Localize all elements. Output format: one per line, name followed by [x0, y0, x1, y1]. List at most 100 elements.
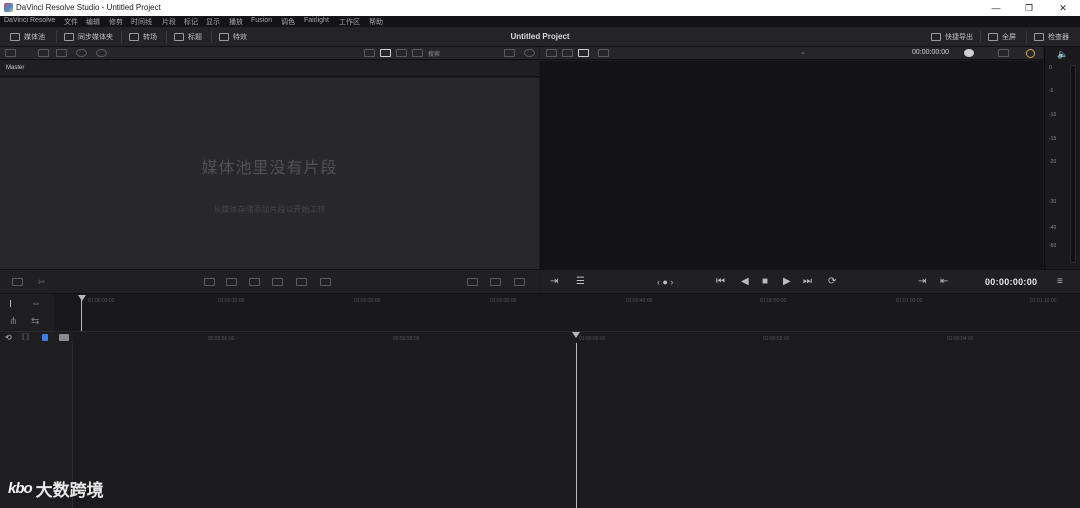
search-icon[interactable] — [524, 49, 535, 57]
source-overwrite-icon[interactable] — [296, 278, 307, 286]
go-to-start-icon[interactable]: ⏮ — [716, 276, 725, 288]
timeline-ruler[interactable]: 00:59:56:00 00:59:58:00 01:00:00:00 01:0… — [74, 331, 1080, 343]
next-edit-icon[interactable]: ⇥ — [918, 276, 926, 288]
timeline-overview[interactable]: 01:00:00:00 01:00:10:00 01:00:20:00 01:0… — [54, 293, 1080, 332]
timeline-viewer-icon[interactable] — [578, 49, 589, 57]
menu-item-fusion[interactable]: Fusion — [251, 17, 272, 24]
audio-monitor-icon[interactable] — [1026, 49, 1035, 58]
selection-tool-icon[interactable]: Ⅰ — [9, 299, 12, 310]
watermark-logo: kbo — [8, 480, 33, 497]
loop-icon[interactable]: ⟳ — [828, 276, 836, 288]
timeline-canvas[interactable] — [74, 343, 1080, 508]
scissors-icon[interactable]: ✂ — [38, 278, 49, 287]
minimize-icon[interactable]: — — [979, 0, 1013, 16]
safe-area-icon[interactable] — [998, 49, 1009, 57]
trim-tool-icon[interactable]: ⇔ — [31, 298, 41, 309]
ruler-tick: 01:00:10:00 — [218, 298, 245, 304]
append-icon[interactable] — [204, 278, 215, 286]
quick-export-icon — [931, 33, 941, 41]
menu-item-fairlight[interactable]: Fairlight — [304, 17, 329, 24]
filter-icon[interactable] — [504, 49, 515, 57]
search-input[interactable]: 搜索 — [428, 49, 440, 58]
previous-edit-icon[interactable]: ⇤ — [940, 276, 948, 288]
place-on-top-icon[interactable] — [272, 278, 283, 286]
ruler-tick: 01:00:02:00 — [763, 336, 790, 342]
new-bin-icon[interactable] — [38, 49, 49, 57]
play-icon[interactable]: ▶ — [783, 276, 791, 288]
stop-icon[interactable]: ■ — [762, 276, 768, 288]
tape-icon[interactable] — [514, 278, 525, 286]
transport-timecode: 00:00:00:00 — [985, 277, 1038, 287]
ruler-tick: 00:59:58:00 — [393, 336, 420, 342]
source-viewer-icon[interactable] — [562, 49, 573, 57]
sidebar-toggle-icon[interactable] — [5, 49, 16, 57]
source-clip-icon[interactable] — [490, 278, 501, 286]
chevron-down-icon[interactable]: ⌄ — [800, 48, 806, 56]
close-icon[interactable]: ✕ — [1046, 0, 1080, 16]
viewer-timecode: 00:00:00:00 — [912, 49, 949, 56]
blade-tool-icon[interactable]: ⋔ — [9, 316, 17, 327]
quick-export-button[interactable]: 快捷导出 — [931, 32, 973, 42]
smart-insert-icon[interactable] — [12, 278, 23, 286]
media-pool-panel[interactable]: 媒体池里没有片段 从媒体存储添加片段以开始工作 — [0, 78, 539, 269]
menu-item-workspace[interactable]: 工作区 — [339, 17, 360, 27]
menu-item-edit[interactable]: 编辑 — [86, 17, 100, 27]
overview-playhead — [81, 300, 82, 332]
menu-item-view[interactable]: 显示 — [206, 17, 220, 27]
ruler-tick: 01:00:30:00 — [490, 298, 517, 304]
speaker-icon[interactable]: 🔈 — [1057, 49, 1068, 60]
watermark: kbo 大数跨境 — [8, 476, 104, 501]
color-space-icon[interactable] — [964, 49, 974, 57]
bin-name-master[interactable]: Master — [6, 65, 24, 71]
window-title: DaVinci Resolve Studio - Untitled Projec… — [16, 3, 161, 12]
overwrite-icon[interactable] — [320, 278, 331, 286]
menu-item-mark[interactable]: 标记 — [184, 17, 198, 27]
viewer-options-icon[interactable] — [598, 49, 609, 57]
close-up-icon[interactable] — [249, 278, 260, 286]
match-frame-icon[interactable]: ☰ — [576, 276, 585, 288]
dynamic-trim-icon[interactable]: ⇆ — [31, 316, 39, 327]
menu-item-timeline[interactable]: 时间线 — [131, 17, 152, 27]
window-titlebar: DaVinci Resolve Studio - Untitled Projec… — [0, 0, 1080, 16]
playhead-handle[interactable] — [572, 332, 580, 338]
ruler-tick: 01:01:00:00 — [896, 298, 923, 304]
sort-icon[interactable] — [412, 49, 423, 57]
new-smart-bin-icon[interactable] — [56, 49, 67, 57]
go-to-end-icon[interactable]: ⏭ — [803, 276, 812, 288]
menu-bar: DaVinci Resolve 文件 编辑 修剪 时间线 片段 标记 显示 播放… — [0, 16, 1080, 27]
viewer-layout-icon[interactable] — [546, 49, 557, 57]
metadata-view-icon[interactable] — [364, 49, 375, 57]
menu-item-playback[interactable]: 播放 — [229, 17, 243, 27]
play-reverse-icon[interactable]: ◀ — [741, 276, 749, 288]
menu-item-help[interactable]: 帮助 — [369, 17, 383, 27]
ruler-tick: 01:00:00:00 — [88, 298, 115, 304]
jog-control-icon[interactable]: ‹ ● › — [657, 276, 673, 288]
refresh-icon[interactable] — [76, 49, 87, 57]
menu-icon[interactable]: ≡ — [1057, 276, 1063, 288]
ripple-overwrite-icon[interactable] — [226, 278, 237, 286]
ruler-tick: 01:00:00:00 — [579, 336, 606, 342]
ruler-tick: 01:00:50:00 — [760, 298, 787, 304]
thumbnail-view-icon[interactable] — [380, 49, 391, 57]
marker-icon[interactable] — [59, 334, 69, 341]
menu-item-davinci-resolve[interactable]: DaVinci Resolve — [4, 17, 55, 24]
maximize-icon[interactable]: ❐ — [1012, 0, 1046, 16]
viewer-mode-icon[interactable]: ⇥ — [550, 276, 558, 288]
viewer-toolbar: ⌄ 00:00:00:00 — [540, 47, 1043, 60]
flag-icon[interactable] — [42, 334, 48, 341]
fullscreen-button[interactable]: 全屏 — [988, 32, 1016, 42]
inspector-button[interactable]: 检查器 — [1034, 32, 1069, 42]
menu-item-clip[interactable]: 片段 — [162, 17, 176, 27]
overview-playhead-handle[interactable] — [78, 295, 86, 301]
unlink-icon[interactable] — [96, 49, 107, 57]
menu-item-color[interactable]: 调色 — [281, 17, 295, 27]
menu-item-file[interactable]: 文件 — [64, 17, 78, 27]
ruler-tick: 01:00:04:00 — [947, 336, 974, 342]
timeline-viewer[interactable] — [540, 61, 1043, 269]
linked-selection-icon[interactable]: ⟦⟧ — [22, 333, 29, 341]
list-view-icon[interactable] — [396, 49, 407, 57]
snapping-icon[interactable]: ⟲ — [5, 333, 12, 342]
timeline-view-icon[interactable] — [467, 278, 478, 286]
inspector-label: 检查器 — [1048, 34, 1069, 41]
menu-item-trim[interactable]: 修剪 — [109, 17, 123, 27]
